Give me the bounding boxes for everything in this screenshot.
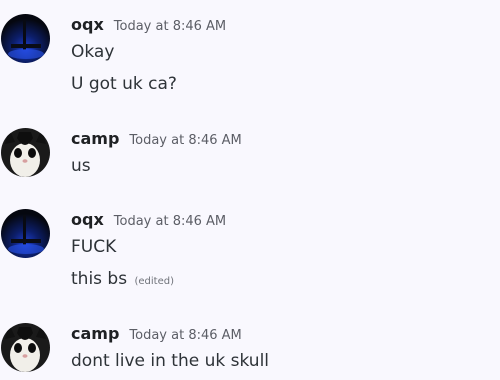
username[interactable]: camp [71,129,119,148]
message-text: Okay [71,42,115,62]
avatar[interactable] [1,323,50,372]
timestamp: Today at 8:46 AM [113,19,227,34]
username[interactable]: oqx [71,15,104,34]
avatar[interactable] [1,128,50,177]
message-text: FUCK [71,237,117,257]
timestamp: Today at 8:46 AM [113,214,227,229]
username[interactable]: camp [71,324,119,343]
message-text-edited: this bs (edited) [71,269,174,289]
avatar[interactable] [1,14,50,63]
message-text: dont live in the uk skull [71,351,270,371]
timestamp: Today at 8:46 AM [129,133,242,148]
avatar[interactable] [1,209,50,258]
message-text: us [71,156,91,176]
message-text: this bs [71,269,128,289]
timestamp: Today at 8:46 AM [129,328,242,343]
edited-label: (edited) [134,276,174,287]
message-text: U got uk ca? [71,74,177,94]
username[interactable]: oqx [71,210,104,229]
